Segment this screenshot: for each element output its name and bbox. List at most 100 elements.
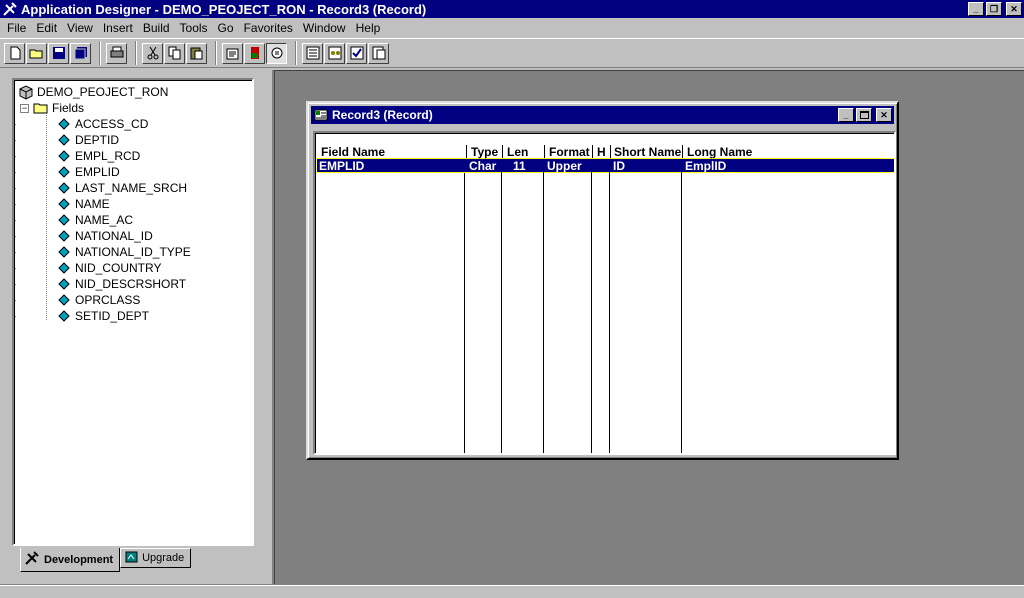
record-window-title-bar[interactable]: Record3 (Record) _ ✕ (311, 106, 894, 124)
col-format[interactable]: Format (549, 145, 590, 159)
column-divider (464, 159, 465, 453)
menu-file[interactable]: File (2, 21, 31, 35)
tree-field-item[interactable]: NID_COUNTRY (14, 260, 191, 276)
field-label: LAST_NAME_SRCH (75, 181, 188, 195)
col-field-name[interactable]: Field Name (321, 145, 385, 159)
project-workspace: DEMO_PEOJECT_RON − Fields ACCESS_CD DEPT… (4, 72, 268, 582)
field-diamond-icon (56, 180, 72, 196)
field-label: NATIONAL_ID (75, 229, 153, 243)
menu-window[interactable]: Window (298, 21, 351, 35)
tab-development[interactable]: Development (20, 548, 121, 572)
cell-field-name: EMPLID (319, 159, 365, 173)
record-fields-icon[interactable] (302, 42, 323, 64)
field-diamond-icon (56, 212, 72, 228)
cell-short-name: ID (613, 159, 625, 173)
tree-field-item[interactable]: EMPLID (14, 164, 191, 180)
tree-project-root[interactable]: DEMO_PEOJECT_RON (18, 84, 191, 100)
col-short-name[interactable]: Short Name (614, 145, 681, 159)
cell-type: Char (469, 159, 497, 173)
paste-icon[interactable] (186, 42, 207, 64)
validate-icon[interactable] (346, 42, 367, 64)
tree-field-item[interactable]: NATIONAL_ID_TYPE (14, 244, 191, 260)
child-maximize-button[interactable] (856, 108, 872, 122)
tree-field-item[interactable]: NID_DESCRSHORT (14, 276, 191, 292)
restore-button[interactable]: ❐ (986, 2, 1002, 16)
status-bar (0, 584, 1024, 598)
field-label: SETID_DEPT (75, 309, 150, 323)
tree-folder-fields[interactable]: − Fields (18, 100, 191, 116)
column-divider (543, 159, 544, 453)
col-type[interactable]: Type (471, 145, 498, 159)
field-diamond-icon (56, 228, 72, 244)
find-references-icon[interactable] (368, 42, 389, 64)
menu-build[interactable]: Build (138, 21, 175, 35)
copy-icon[interactable] (164, 42, 185, 64)
column-divider (609, 159, 610, 453)
tree-field-item[interactable]: LAST_NAME_SRCH (14, 180, 191, 196)
tree-field-item[interactable]: NATIONAL_ID (14, 228, 191, 244)
menu-help[interactable]: Help (351, 21, 386, 35)
project-icon (18, 84, 34, 100)
tree-field-item[interactable]: OPRCLASS (14, 292, 191, 308)
field-diamond-icon (56, 148, 72, 164)
field-label: EMPL_RCD (75, 149, 141, 163)
record-window[interactable]: Record3 (Record) _ ✕ Field Name Type Len… (306, 101, 899, 460)
new-icon[interactable] (4, 42, 25, 64)
field-diamond-icon (56, 292, 72, 308)
close-button[interactable]: ✕ (1006, 2, 1022, 16)
tree-field-item[interactable]: DEPTID (14, 132, 191, 148)
definition-icon[interactable] (324, 42, 345, 64)
save-icon[interactable] (48, 42, 69, 64)
tree-field-item[interactable]: NAME (14, 196, 191, 212)
child-close-button[interactable]: ✕ (876, 108, 892, 122)
menu-edit[interactable]: Edit (31, 21, 62, 35)
app-icon (2, 1, 18, 17)
tab-upgrade[interactable]: Upgrade (120, 548, 192, 568)
project-workspace-icon[interactable] (266, 42, 287, 64)
collapse-icon[interactable]: − (20, 103, 29, 113)
tree-field-item[interactable]: NAME_AC (14, 212, 191, 228)
child-minimize-button[interactable]: _ (838, 108, 854, 122)
record-field-grid[interactable]: Field Name Type Len Format H Short Name … (313, 131, 896, 455)
save-all-icon[interactable] (70, 42, 91, 64)
cut-icon[interactable] (142, 42, 163, 64)
field-label: NATIONAL_ID_TYPE (75, 245, 191, 259)
column-divider (591, 159, 592, 453)
menu-favorites[interactable]: Favorites (239, 21, 298, 35)
cell-format: Upper (547, 159, 582, 173)
properties-icon[interactable] (222, 42, 243, 64)
tree-field-item[interactable]: ACCESS_CD (14, 116, 191, 132)
print-icon[interactable] (106, 42, 127, 64)
menu-bar: File Edit View Insert Build Tools Go Fav… (0, 19, 1024, 37)
folder-label: Fields (52, 101, 85, 115)
menu-view[interactable]: View (62, 21, 98, 35)
col-long-name[interactable]: Long Name (687, 145, 752, 159)
menu-tools[interactable]: Tools (175, 21, 213, 35)
project-root-label: DEMO_PEOJECT_RON (37, 85, 169, 99)
table-row-selected[interactable]: EMPLID Char 11 Upper ID EmplID (316, 158, 894, 173)
field-diamond-icon (56, 196, 72, 212)
field-label: NID_COUNTRY (75, 261, 162, 275)
field-label: NAME (75, 197, 110, 211)
minimize-button[interactable]: _ (968, 2, 984, 16)
build-icon[interactable] (244, 42, 265, 64)
cell-len: 11 (513, 159, 526, 173)
open-icon[interactable] (26, 42, 47, 64)
field-label: ACCESS_CD (75, 117, 149, 131)
field-diamond-icon (56, 164, 72, 180)
column-divider (681, 159, 682, 453)
tree-field-item[interactable]: EMPL_RCD (14, 148, 191, 164)
menu-insert[interactable]: Insert (98, 21, 138, 35)
toolbar (0, 38, 1024, 68)
col-h[interactable]: H (597, 145, 606, 159)
record-icon (313, 107, 329, 123)
menu-go[interactable]: Go (213, 21, 239, 35)
field-diamond-icon (56, 116, 72, 132)
col-len[interactable]: Len (507, 145, 528, 159)
tree-field-item[interactable]: SETID_DEPT (14, 308, 191, 324)
field-diamond-icon (56, 260, 72, 276)
project-tree[interactable]: DEMO_PEOJECT_RON − Fields ACCESS_CD DEPT… (12, 78, 254, 546)
field-list: ACCESS_CD DEPTID EMPL_RCD EMPLID LAST_NA… (14, 116, 191, 324)
field-diamond-icon (56, 132, 72, 148)
app-title-bar[interactable]: Application Designer - DEMO_PEOJECT_RON … (0, 0, 1024, 18)
